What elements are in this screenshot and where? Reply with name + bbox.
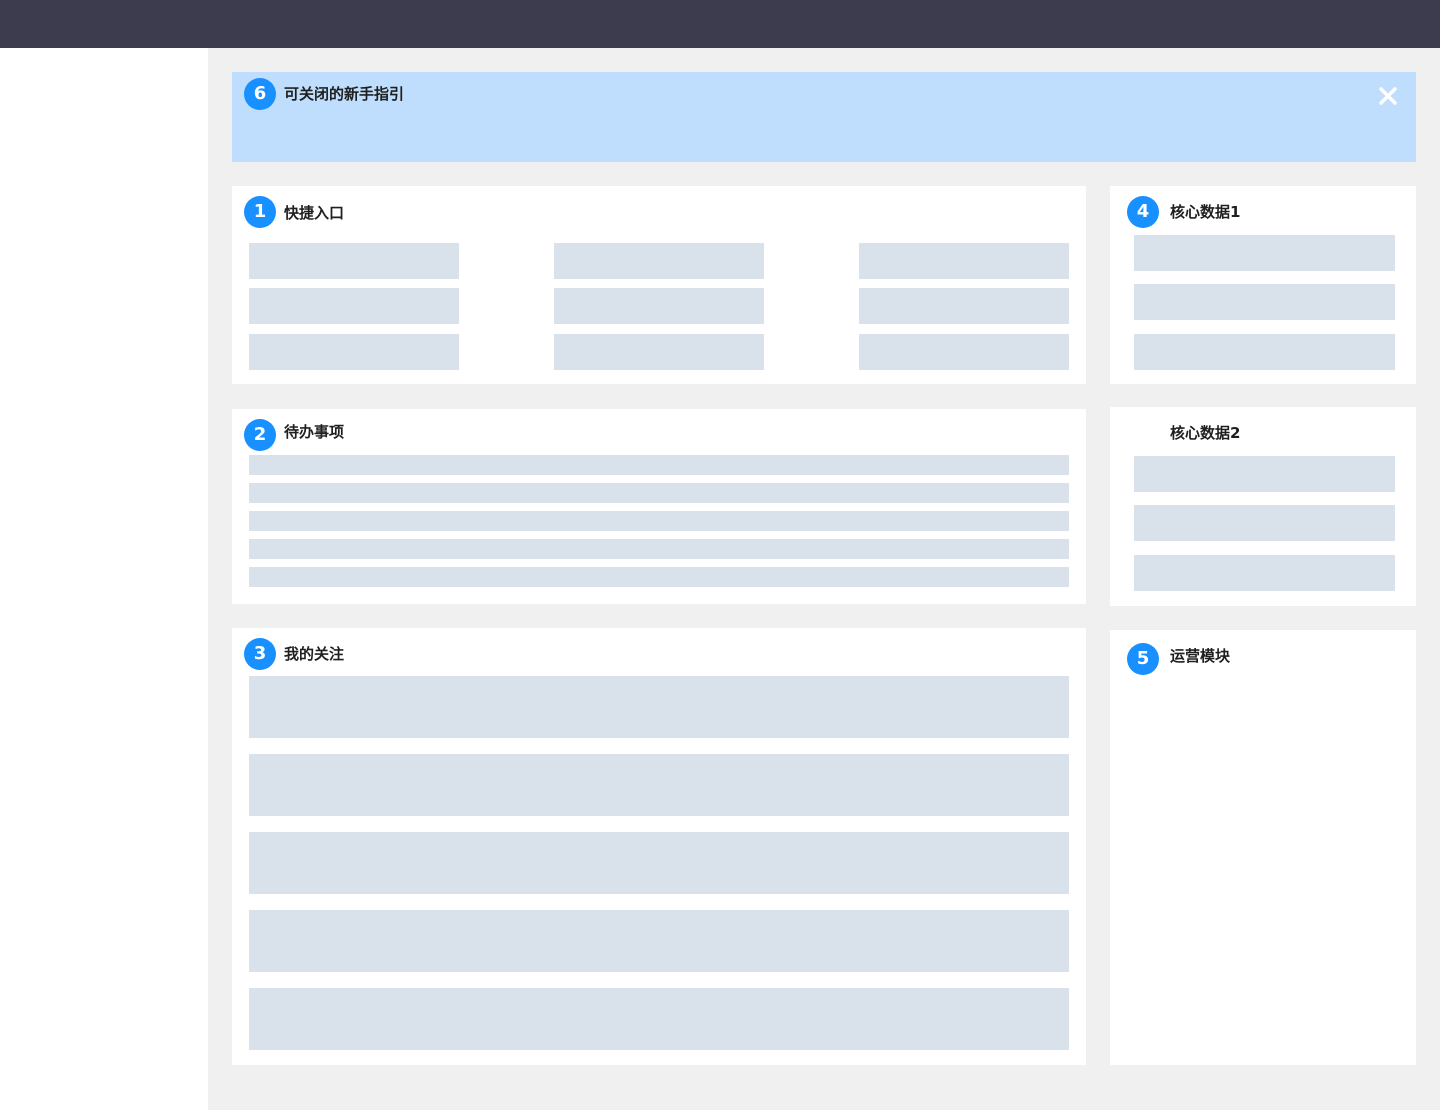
todo-item[interactable] [249,539,1069,559]
quick-entry-item[interactable] [554,288,764,324]
top-navigation-bar [0,0,1440,48]
quick-entry-item[interactable] [249,288,459,324]
close-icon[interactable] [1376,84,1400,108]
quick-entry-item[interactable] [859,334,1069,370]
quick-entry-title: 快捷入口 [284,204,345,222]
core-data-2-card: 核心数据2 [1110,407,1416,606]
onboarding-guide-banner: 6 可关闭的新手指引 [232,72,1416,162]
todo-number-badge: 2 [244,419,276,451]
todo-item[interactable] [249,455,1069,475]
following-number-badge: 3 [244,638,276,670]
quick-entry-number-badge: 1 [244,196,276,228]
following-item[interactable] [249,832,1069,894]
operations-number-badge: 5 [1127,643,1159,675]
quick-entry-item[interactable] [249,334,459,370]
todo-card: 2 待办事项 [232,409,1086,604]
todo-item[interactable] [249,567,1069,587]
following-item[interactable] [249,754,1069,816]
todo-item[interactable] [249,511,1069,531]
quick-entry-card: 1 快捷入口 [232,186,1086,384]
following-card: 3 我的关注 [232,628,1086,1065]
core-data-1-item [1134,334,1395,370]
core-data-2-item [1134,505,1395,541]
core-data-1-title: 核心数据1 [1170,203,1241,221]
core-data-2-title: 核心数据2 [1170,424,1241,442]
operations-card: 5 运营模块 [1110,630,1416,1065]
core-data-1-item [1134,284,1395,320]
todo-item[interactable] [249,483,1069,503]
quick-entry-item[interactable] [554,334,764,370]
core-data-1-item [1134,235,1395,271]
following-item[interactable] [249,676,1069,738]
quick-entry-item[interactable] [859,243,1069,279]
sidebar [0,48,208,1110]
quick-entry-item[interactable] [249,243,459,279]
main-content: 6 可关闭的新手指引 1 快捷入口 4 核心数据1 2 待办事项 核心数据2 3… [208,48,1440,1110]
todo-title: 待办事项 [284,423,345,441]
core-data-2-item [1134,456,1395,492]
core-data-2-item [1134,555,1395,591]
following-title: 我的关注 [284,645,345,663]
following-item[interactable] [249,988,1069,1050]
core-data-1-card: 4 核心数据1 [1110,186,1416,384]
following-item[interactable] [249,910,1069,972]
guide-title: 可关闭的新手指引 [284,85,405,103]
quick-entry-item[interactable] [859,288,1069,324]
operations-title: 运营模块 [1170,647,1231,665]
quick-entry-item[interactable] [554,243,764,279]
guide-number-badge: 6 [244,78,276,110]
core-data-1-number-badge: 4 [1127,196,1159,228]
